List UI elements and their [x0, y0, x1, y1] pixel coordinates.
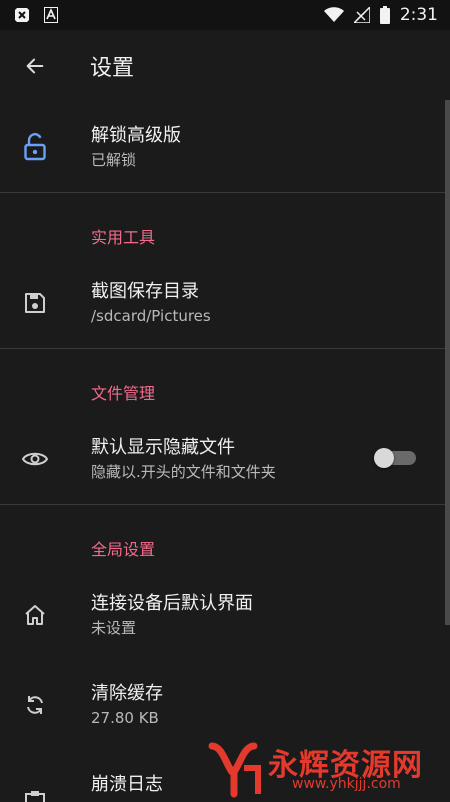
status-bar: 2:31 [0, 0, 450, 30]
toggle-thumb [374, 448, 394, 468]
show-hidden-files-toggle[interactable] [374, 448, 418, 468]
watermark: 永辉资源网 www.yhkjjj.com [200, 736, 450, 800]
app-bar: 设置 [0, 30, 450, 102]
clipboard-icon [24, 790, 46, 802]
unlock-icon [23, 133, 47, 161]
scrollbar[interactable] [445, 100, 450, 625]
signal-icon [353, 7, 370, 23]
section-file-management: 文件管理 [91, 384, 156, 403]
status-time: 2:31 [399, 5, 438, 25]
show-hidden-files-title: 默认显示隐藏文件 [91, 437, 235, 458]
unlock-premium-item[interactable]: 解锁高级版 已解锁 [0, 120, 445, 174]
eye-icon [22, 450, 48, 468]
screenshot-dir-title: 截图保存目录 [91, 281, 199, 302]
clear-cache-size: 27.80 KB [91, 709, 159, 727]
clear-cache-item[interactable]: 清除缓存 27.80 KB [0, 678, 445, 732]
home-icon [23, 603, 47, 627]
screenshot-dir-path: /sdcard/Pictures [91, 307, 211, 325]
clear-cache-title: 清除缓存 [91, 683, 163, 704]
divider [0, 504, 445, 505]
unlock-premium-status: 已解锁 [91, 151, 137, 169]
close-box-icon [14, 7, 30, 23]
watermark-logo-icon [204, 738, 264, 802]
unlock-premium-title: 解锁高级版 [91, 125, 181, 146]
watermark-url: www.yhkjjj.com [292, 776, 401, 792]
arrow-left-icon [24, 55, 46, 77]
divider [0, 192, 445, 193]
crash-log-title: 崩溃日志 [91, 774, 163, 795]
battery-icon [379, 6, 390, 24]
divider [0, 348, 445, 349]
default-screen-title: 连接设备后默认界面 [91, 593, 253, 614]
font-a-icon [44, 7, 58, 23]
show-hidden-files-desc: 隐藏以.开头的文件和文件夹 [91, 463, 276, 481]
section-tools: 实用工具 [91, 228, 156, 247]
default-screen-item[interactable]: 连接设备后默认界面 未设置 [0, 588, 445, 642]
save-icon [23, 291, 47, 315]
page-title: 设置 [90, 56, 135, 81]
sync-icon [23, 693, 47, 717]
wifi-icon [323, 7, 344, 23]
back-button[interactable] [0, 30, 70, 102]
section-global: 全局设置 [91, 540, 156, 559]
screenshot-dir-item[interactable]: 截图保存目录 /sdcard/Pictures [0, 276, 445, 330]
default-screen-value: 未设置 [91, 619, 137, 637]
